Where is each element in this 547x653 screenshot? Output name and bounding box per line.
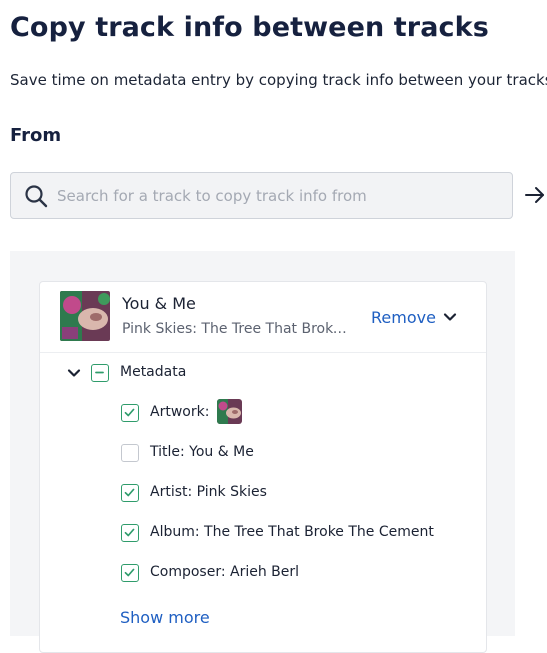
remove-button[interactable]: Remove [371, 308, 436, 327]
track-card-header: You & Me Pink Skies: The Tree That Broke… [40, 282, 486, 353]
track-card: You & Me Pink Skies: The Tree That Broke… [39, 281, 487, 653]
title-checkbox[interactable] [121, 444, 139, 462]
artwork-checkbox[interactable] [121, 404, 139, 422]
checkmark-icon [124, 568, 135, 577]
artist-checkbox[interactable] [121, 484, 139, 502]
search-input[interactable] [57, 173, 497, 218]
metadata-label: Metadata [120, 364, 187, 380]
album-checkbox[interactable] [121, 524, 139, 542]
page-title: Copy track info between tracks [10, 12, 489, 43]
track-panel: You & Me Pink Skies: The Tree That Broke… [10, 251, 515, 653]
show-more-link[interactable]: Show more [120, 608, 210, 627]
search-icon [25, 185, 48, 208]
search-box[interactable] [10, 172, 513, 219]
chevron-down-icon[interactable] [443, 310, 457, 324]
track-title: You & Me [122, 294, 196, 313]
checkmark-icon [124, 528, 135, 537]
chevron-down-icon[interactable] [67, 366, 81, 380]
indeterminate-checkbox-icon [95, 371, 104, 374]
checkmark-icon [124, 408, 135, 417]
page-subtitle: Save time on metadata entry by copying t… [10, 71, 547, 89]
album-artwork [217, 399, 242, 424]
track-subtitle: Pink Skies: The Tree That Broke The Ceme… [122, 321, 354, 337]
arrow-right-icon[interactable] [524, 184, 546, 206]
composer-label: Composer: Arieh Berl [150, 564, 300, 580]
metadata-indeterminate-checkbox[interactable] [91, 364, 109, 382]
checkmark-icon [124, 488, 135, 497]
artwork-label: Artwork: [150, 404, 210, 420]
artist-label: Artist: Pink Skies [150, 484, 267, 500]
composer-checkbox[interactable] [121, 564, 139, 582]
from-label: From [10, 125, 62, 146]
album-artwork [60, 291, 110, 341]
title-label: Title: You & Me [150, 444, 254, 460]
album-label: Album: The Tree That Broke The Cement [150, 524, 434, 540]
